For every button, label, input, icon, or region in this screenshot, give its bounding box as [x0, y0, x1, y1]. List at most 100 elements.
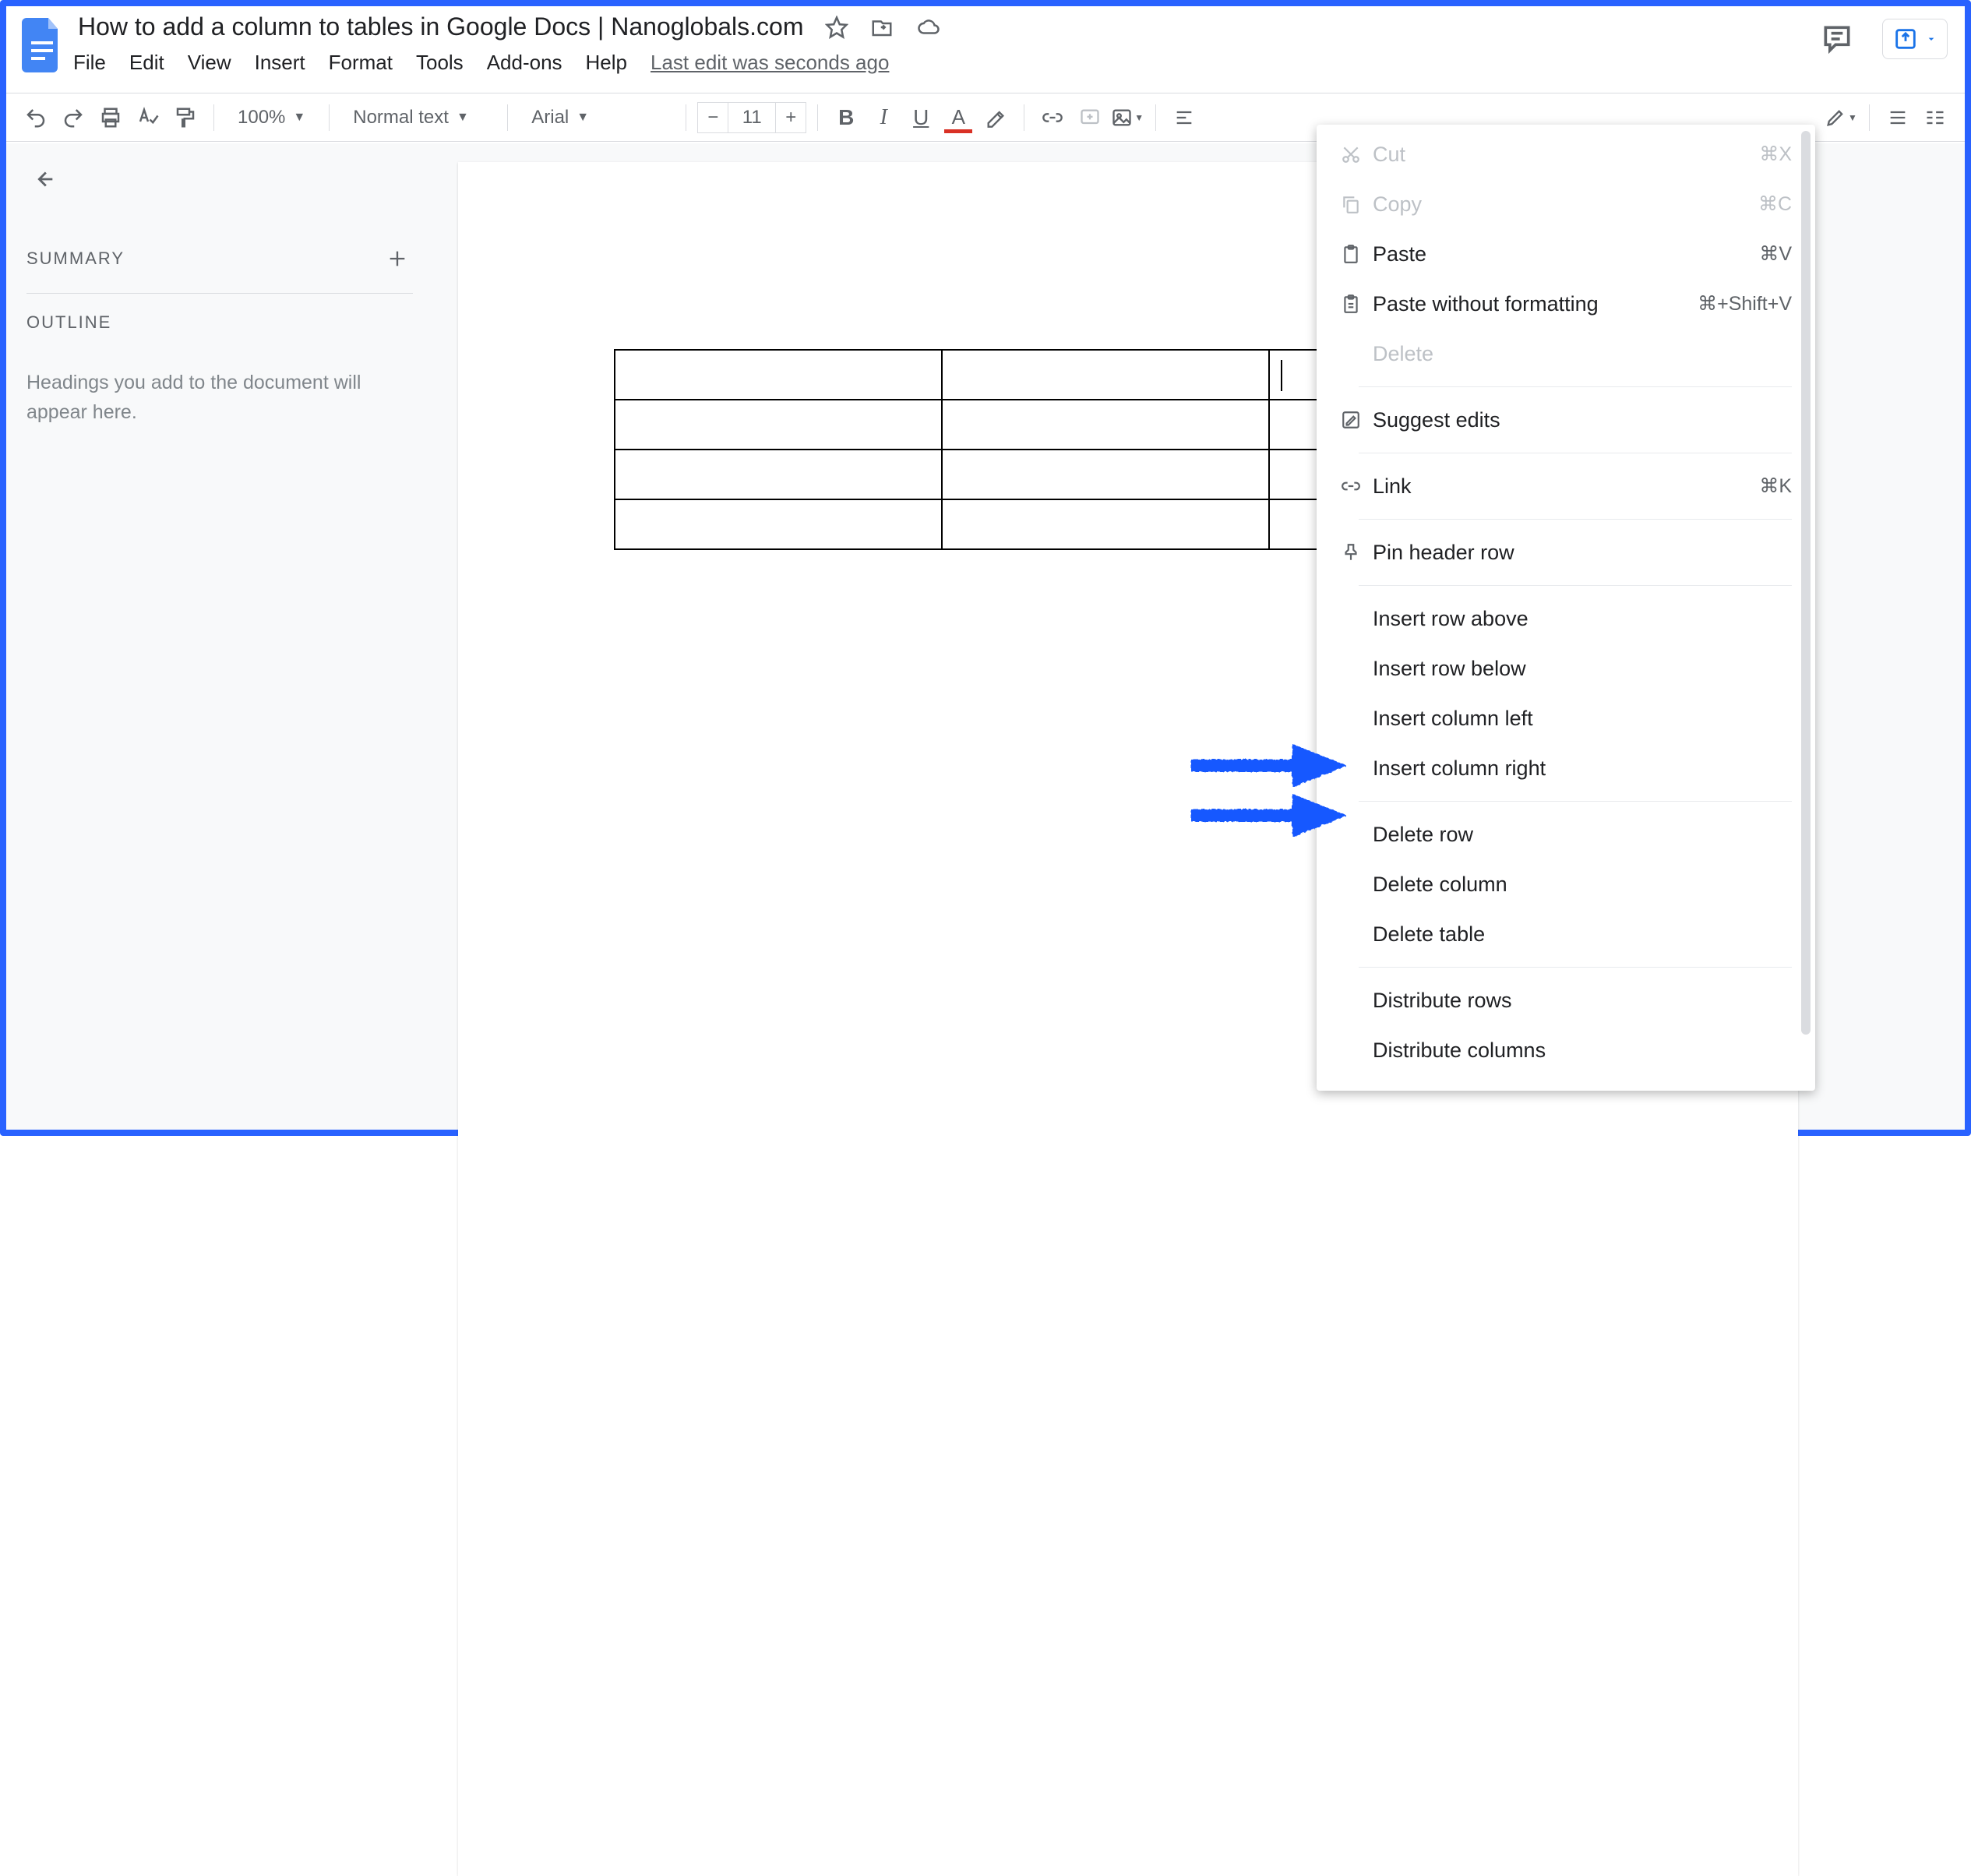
context-menu-item-insert-row-below[interactable]: Insert row below: [1317, 644, 1815, 693]
context-menu-item-link[interactable]: Link⌘K: [1317, 461, 1815, 511]
menu-tools[interactable]: Tools: [416, 51, 464, 75]
move-icon[interactable]: [870, 16, 894, 39]
context-menu-separator: [1359, 801, 1792, 802]
expand-button[interactable]: [1918, 100, 1952, 135]
align-button[interactable]: [1167, 100, 1201, 135]
outline-empty-hint: Headings you add to the document will ap…: [26, 368, 413, 427]
text-cursor: [1281, 360, 1282, 391]
menu-edit[interactable]: Edit: [129, 51, 164, 75]
paragraph-style-select[interactable]: Normal text ▼: [340, 100, 496, 135]
outline-heading: OUTLINE: [26, 312, 413, 333]
font-size-increase-button[interactable]: +: [775, 102, 806, 133]
context-menu-item-insert-row-above[interactable]: Insert row above: [1317, 594, 1815, 644]
pin-icon: [1334, 542, 1368, 562]
context-menu-item-label: Pin header row: [1368, 541, 1792, 565]
bold-button[interactable]: B: [829, 100, 863, 135]
add-summary-button[interactable]: [382, 243, 413, 274]
menu-addons[interactable]: Add-ons: [487, 51, 562, 75]
font-value: Arial: [531, 107, 569, 129]
cloud-status-icon[interactable]: [915, 16, 942, 39]
font-select[interactable]: Arial ▼: [519, 100, 675, 135]
context-menu-item-delete: Delete: [1317, 329, 1815, 379]
paint-format-button[interactable]: [168, 100, 203, 135]
highlight-color-button[interactable]: [978, 100, 1013, 135]
menu-insert[interactable]: Insert: [255, 51, 305, 75]
italic-button[interactable]: I: [866, 100, 901, 135]
context-menu-item-delete-column[interactable]: Delete column: [1317, 859, 1815, 909]
font-size-decrease-button[interactable]: −: [697, 102, 728, 133]
last-edit-link[interactable]: Last edit was seconds ago: [651, 51, 889, 75]
font-size-value[interactable]: 11: [728, 102, 775, 133]
document-title[interactable]: How to add a column to tables in Google …: [73, 11, 808, 43]
menu-help[interactable]: Help: [586, 51, 627, 75]
context-menu-item-delete-table[interactable]: Delete table: [1317, 909, 1815, 959]
open-comments-button[interactable]: [1814, 17, 1860, 61]
context-menu-item-paste-without-formatting[interactable]: Paste without formatting⌘+Shift+V: [1317, 279, 1815, 329]
context-menu-item-label: Distribute columns: [1368, 1038, 1792, 1063]
outline-panel: SUMMARY OUTLINE Headings you add to the …: [6, 143, 433, 1130]
context-menu-item-distribute-rows[interactable]: Distribute rows: [1317, 975, 1815, 1025]
paste-icon: [1334, 244, 1368, 264]
context-menu-shortcut: ⌘K: [1759, 474, 1792, 498]
spellcheck-button[interactable]: [131, 100, 165, 135]
paste-plain-icon: [1334, 294, 1368, 314]
share-button[interactable]: [1882, 19, 1948, 59]
star-icon[interactable]: [825, 16, 848, 39]
context-menu-item-label: Paste without formatting: [1368, 292, 1698, 316]
zoom-select[interactable]: 100% ▼: [225, 100, 318, 135]
context-menu-separator: [1359, 585, 1792, 586]
annotation-arrow-icon: [1190, 793, 1346, 837]
hide-menus-button[interactable]: [1881, 100, 1915, 135]
context-menu-item-label: Insert column right: [1368, 756, 1792, 781]
context-menu-item-label: Delete table: [1368, 922, 1792, 947]
context-menu-item-copy: Copy⌘C: [1317, 179, 1815, 229]
copy-icon: [1334, 194, 1368, 214]
text-color-button[interactable]: A: [941, 100, 975, 135]
context-menu-item-insert-column-left[interactable]: Insert column left: [1317, 693, 1815, 743]
context-menu-item-cut: Cut⌘X: [1317, 129, 1815, 179]
context-menu-item-paste[interactable]: Paste⌘V: [1317, 229, 1815, 279]
paragraph-style-value: Normal text: [353, 107, 449, 129]
annotation-arrow-icon: [1190, 743, 1346, 787]
context-menu-separator: [1359, 519, 1792, 520]
context-menu-item-label: Cut: [1368, 143, 1759, 167]
font-size-control: − 11 +: [697, 102, 806, 133]
context-menu-item-distribute-columns[interactable]: Distribute columns: [1317, 1025, 1815, 1075]
divider: [26, 293, 413, 294]
insert-image-button[interactable]: ▼: [1110, 100, 1144, 135]
context-menu-item-insert-column-right[interactable]: Insert column right: [1317, 743, 1815, 793]
context-menu-item-label: Paste: [1368, 242, 1759, 266]
redo-button[interactable]: [56, 100, 90, 135]
docs-logo[interactable]: [17, 11, 67, 79]
zoom-value: 100%: [238, 107, 285, 129]
title-block: How to add a column to tables in Google …: [73, 11, 942, 75]
context-menu-separator: [1359, 386, 1792, 387]
context-menu-item-pin-header-row[interactable]: Pin header row: [1317, 527, 1815, 577]
context-menu-item-label: Delete row: [1368, 823, 1792, 847]
menu-file[interactable]: File: [73, 51, 106, 75]
context-menu-scrollbar[interactable]: [1801, 131, 1811, 1035]
link-icon: [1334, 476, 1368, 496]
add-comment-button[interactable]: [1073, 100, 1107, 135]
context-menu-item-label: Distribute rows: [1368, 989, 1792, 1013]
context-menu-item-label: Link: [1368, 474, 1759, 499]
menu-view[interactable]: View: [188, 51, 231, 75]
undo-button[interactable]: [19, 100, 53, 135]
context-menu-item-label: Insert row below: [1368, 657, 1792, 681]
header: How to add a column to tables in Google …: [6, 6, 1965, 93]
menu-format[interactable]: Format: [329, 51, 393, 75]
underline-button[interactable]: U: [904, 100, 938, 135]
cut-icon: [1334, 144, 1368, 164]
context-menu-shortcut: ⌘X: [1759, 143, 1792, 166]
editing-mode-button[interactable]: ▼: [1824, 100, 1858, 135]
print-button[interactable]: [93, 100, 128, 135]
menu-bar: File Edit View Insert Format Tools Add-o…: [73, 51, 942, 75]
outline-collapse-button[interactable]: [26, 162, 61, 196]
insert-link-button[interactable]: [1035, 100, 1070, 135]
context-menu-item-suggest-edits[interactable]: Suggest edits: [1317, 395, 1815, 445]
summary-heading: SUMMARY: [26, 249, 125, 269]
context-menu-item-label: Insert column left: [1368, 707, 1792, 731]
suggest-icon: [1334, 410, 1368, 430]
context-menu-item-delete-row[interactable]: Delete row: [1317, 809, 1815, 859]
context-menu-item-label: Copy: [1368, 192, 1758, 217]
